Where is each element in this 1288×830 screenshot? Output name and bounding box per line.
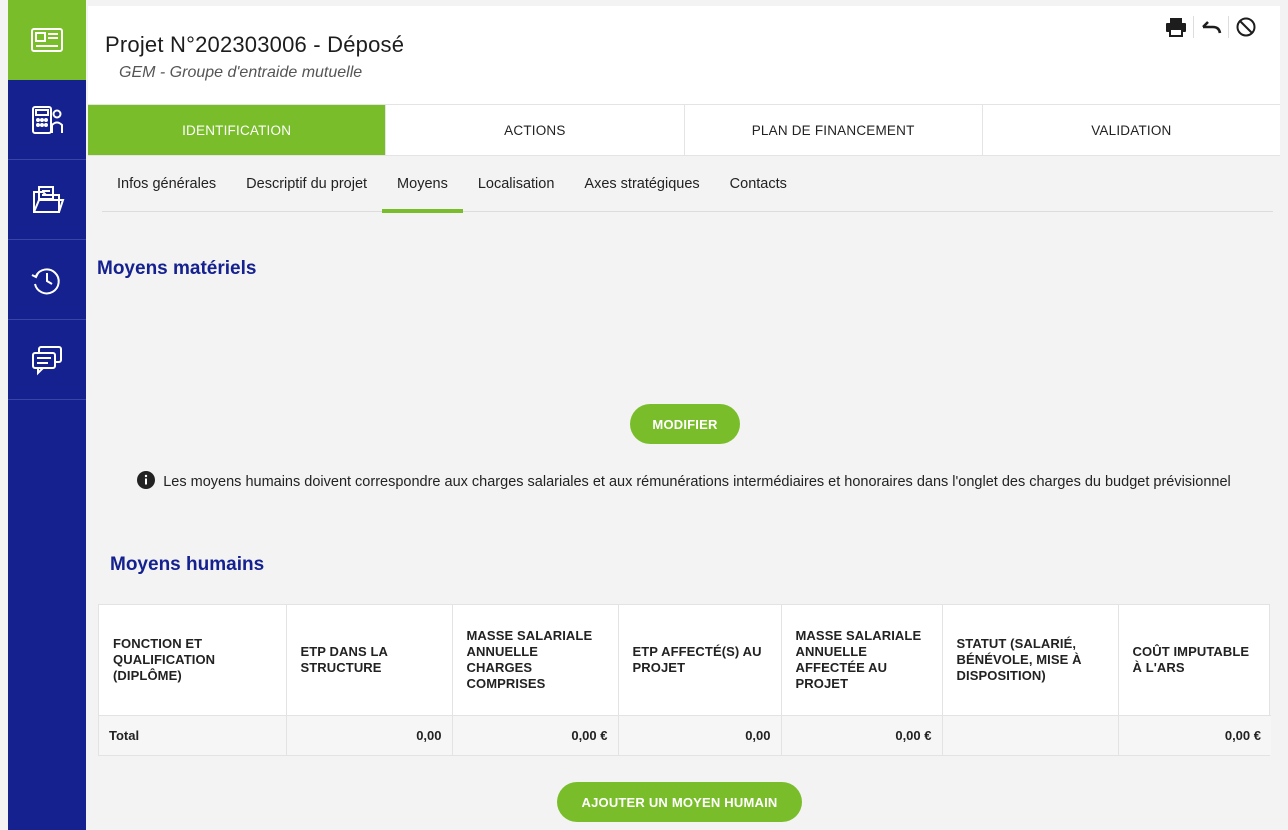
total-masse-salariale-projet: 0,00 €	[781, 715, 943, 755]
col-cout-imputable: COÛT IMPUTABLE À L'ARS	[1118, 605, 1271, 716]
toolbar-divider	[1228, 16, 1229, 38]
page-subtitle: GEM - Groupe d'entraide mutuelle	[119, 64, 363, 81]
table-total-row: Total 0,00 0,00 € 0,00 0,00 € 0,00 €	[99, 715, 1271, 755]
page-header: Projet N°202303006 - Déposé GEM - Groupe…	[88, 6, 1280, 104]
col-etp-structure: ETP DANS LA STRUCTURE	[286, 605, 453, 716]
header-toolbar	[1164, 15, 1258, 39]
cancel-button[interactable]	[1234, 15, 1258, 39]
moyens-humains-title: Moyens humains	[110, 554, 265, 575]
sidebar-item-messages[interactable]	[8, 320, 86, 400]
total-masse-salariale: 0,00 €	[452, 715, 619, 755]
id-card-icon	[31, 27, 63, 52]
chat-icon	[32, 345, 62, 375]
sidebar-item-history[interactable]	[8, 240, 86, 320]
tab-actions[interactable]: ACTIONS	[386, 105, 685, 155]
sidebar-item-identification[interactable]	[8, 0, 86, 80]
info-text: Les moyens humains doivent correspondre …	[163, 474, 1231, 490]
sidebar-item-documents[interactable]	[8, 160, 86, 240]
moyens-materiels-title: Moyens matériels	[97, 258, 257, 279]
col-statut: STATUT (SALARIÉ, BÉNÉVOLE, MISE À DISPOS…	[942, 605, 1119, 716]
subtab-infos-generales[interactable]: Infos générales	[102, 156, 231, 212]
folder-icon	[33, 185, 65, 213]
sub-tabs: Infos générales Descriptif du projet Moy…	[102, 156, 1273, 213]
total-cout-imputable: 0,00 €	[1224, 727, 1261, 743]
print-button[interactable]	[1164, 15, 1188, 39]
col-masse-salariale: MASSE SALARIALE ANNUELLE CHARGES COMPRIS…	[452, 605, 619, 716]
col-etp-projet: ETP AFFECTÉ(S) AU PROJET	[618, 605, 782, 716]
subtab-contacts[interactable]: Contacts	[715, 156, 802, 212]
col-fonction-qualification: FONCTION ET QUALIFICATION (DIPLÔME)	[99, 605, 287, 716]
tab-identification[interactable]: IDENTIFICATION	[88, 105, 387, 155]
app: Projet N°202303006 - Déposé GEM - Groupe…	[0, 0, 1288, 830]
info-icon	[137, 471, 156, 489]
history-icon	[31, 267, 60, 294]
subtab-moyens[interactable]: Moyens	[382, 156, 463, 213]
calculator-user-icon	[32, 105, 63, 134]
total-etp-structure: 0,00	[286, 715, 453, 755]
table-header-row: FONCTION ET QUALIFICATION (DIPLÔME) ETP …	[99, 605, 1271, 716]
main-tabs: IDENTIFICATION ACTIONS PLAN DE FINANCEME…	[88, 104, 1280, 156]
tab-validation[interactable]: VALIDATION	[983, 105, 1280, 155]
main-content: Projet N°202303006 - Déposé GEM - Groupe…	[88, 6, 1280, 830]
sidebar-item-budget[interactable]	[8, 80, 86, 160]
sidebar	[8, 0, 86, 830]
subtab-descriptif-projet[interactable]: Descriptif du projet	[231, 156, 382, 212]
info-message: Les moyens humains doivent correspondre …	[88, 470, 1280, 494]
add-moyen-humain-button[interactable]: AJOUTER UN MOYEN HUMAIN	[557, 782, 802, 822]
tab-plan-de-financement[interactable]: PLAN DE FINANCEMENT	[685, 105, 983, 155]
modify-button[interactable]: MODIFIER	[630, 404, 740, 444]
moyens-humains-table: FONCTION ET QUALIFICATION (DIPLÔME) ETP …	[98, 604, 1271, 756]
print-icon	[1166, 18, 1186, 37]
page-title: Projet N°202303006 - Déposé	[105, 32, 405, 57]
total-label: Total	[99, 715, 287, 755]
undo-icon	[1202, 21, 1222, 34]
subtab-axes-strategiques[interactable]: Axes stratégiques	[569, 156, 714, 212]
undo-button[interactable]	[1199, 15, 1223, 39]
total-etp-projet: 0,00	[618, 715, 782, 755]
toolbar-divider	[1193, 16, 1194, 38]
ban-icon	[1236, 17, 1256, 37]
subtab-localisation[interactable]: Localisation	[463, 156, 570, 212]
total-statut	[942, 715, 1119, 755]
col-masse-salariale-projet: MASSE SALARIALE ANNUELLE AFFECTÉE AU PRO…	[781, 605, 943, 716]
